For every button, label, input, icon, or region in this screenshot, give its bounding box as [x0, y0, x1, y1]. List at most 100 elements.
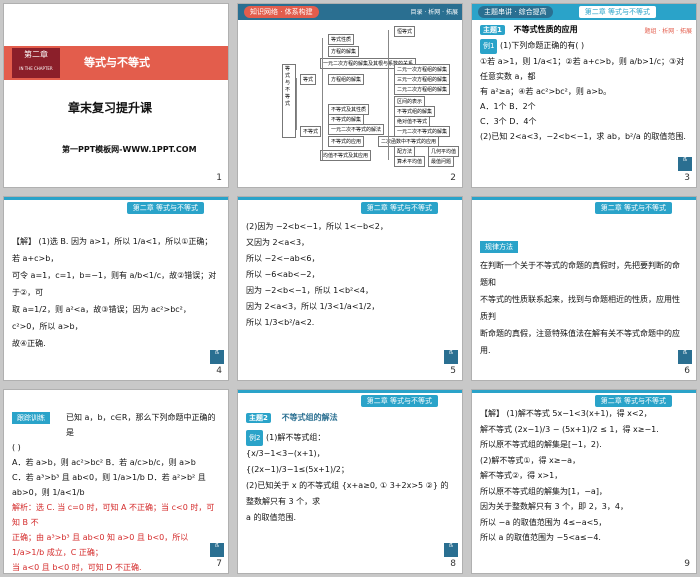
slide-thumbnail-5[interactable]: 第二章 等式与不等式 (2)因为 −2<b<−1，所以 1<−b<2， 又因为 … — [237, 196, 463, 381]
slide-title: 等式与不等式 — [84, 56, 150, 69]
return-icon[interactable]: ẞ — [678, 157, 692, 171]
method-tag: 规律方法 — [480, 241, 518, 253]
mindmap-connector — [322, 38, 323, 160]
slide-body: 例2 (1)解不等式组： {x/3−1<3−(x+1)， {(2x−1)/3−1… — [246, 430, 452, 526]
text-line: 解不等式②，得 x>1， — [480, 471, 563, 480]
text-line: {(2x−1)/3−1≤(5x+1)/2； — [246, 465, 349, 474]
text-line: 因为 −2<b<−1，所以 1<b²<4， — [246, 286, 374, 295]
chapter-badge: 第二章 IN THE CHAPTER — [12, 48, 60, 78]
mindmap-node: 方程组的解集 — [328, 74, 365, 85]
text-line: 断命题的真假，注意特殊值法在解有关不等式命题中的应用. — [480, 329, 680, 355]
slide-body: 例1 (1)下列命题正确的有( ) ①若 a>1，则 1/a<1；②若 a+c>… — [480, 38, 686, 144]
text-line: 【解】 (1)选 B. 因为 a>1，所以 1/a<1，所以①正确；若 a+c>… — [12, 237, 213, 263]
text-line: 已知 a，b，c∈R，那么下列命题中正确的是 — [66, 413, 216, 437]
slide-number: 6 — [684, 366, 690, 376]
slide-thumbnail-2[interactable]: 知识网络 · 体系构建 目录 · 析网 · 拓展 等式与不等式 等式 不等式 等… — [237, 3, 463, 188]
text-line: 所以原不等式组的解集是[−1，2). — [480, 440, 602, 449]
header-pill: 主题串讲 · 综合提高 — [478, 6, 553, 18]
mindmap-node-eq: 等式 — [300, 74, 317, 85]
site-url: 第一PPT模板网-WWW.1PPT.COM — [62, 145, 197, 154]
text-line: 取 a=1/2，则 a²<a，故③错误；因为 ac²>bc²，c²>0，所以 a… — [12, 305, 191, 331]
mindmap-root: 等式与不等式 — [282, 64, 296, 138]
mindmap-connector — [388, 30, 389, 160]
text-line: (2)解不等式①，得 x≥−a， — [480, 455, 581, 465]
slide-thumbnail-4[interactable]: 第二章 等式与不等式 【解】 (1)选 B. 因为 a>1，所以 1/a<1，所… — [3, 196, 229, 381]
slide-number: 8 — [450, 559, 456, 569]
slide-header: 第二章 等式与不等式 — [238, 390, 462, 409]
text-line: 解析：选 C. 当 c=0 时，可知 A 不正确；当 c<0 时，可知 B 不 — [12, 503, 215, 527]
header-nav: 目录 · 析网 · 拓展 — [410, 9, 458, 16]
mindmap-leaf: 恒等式 — [394, 26, 416, 37]
slide-thumbnail-1[interactable]: 第二章 IN THE CHAPTER 等式与不等式 章末复习提升课 第一PPT模… — [3, 3, 229, 188]
return-icon[interactable]: ẞ — [444, 543, 458, 557]
slide-thumbnail-9[interactable]: 第二章 等式与不等式 【解】 (1)解不等式 5x−1<3(x+1)，得 x<2… — [471, 389, 697, 574]
slide-header: 主题串讲 · 综合提高 第二章 等式与不等式 题组 · 析网 · 拓展 — [472, 4, 696, 35]
text-line: (1)解不等式组： — [266, 433, 326, 442]
topic-heading: 主题2 不等式组的解法 — [246, 412, 338, 423]
topic-badge: 主题2 — [246, 413, 271, 423]
mindmap-leaf: 最值问题 — [428, 156, 455, 167]
mindmap-leaf: 二元二次方程组的解集 — [394, 84, 451, 95]
text-line: 因为关于整数解只有 3 个，即 2，3，4， — [480, 502, 628, 511]
text-line: C．3个 D．4个 — [480, 117, 537, 126]
topic-title: 不等式组的解法 — [281, 413, 338, 422]
mindmap-node: 一元二次不等式的解法 — [328, 124, 385, 135]
text-line: 所以 a 的取值范围为 −5<a≤−4. — [480, 533, 601, 542]
text-line: 所以 −6<ab<−2， — [246, 270, 320, 279]
slide-thumbnail-6[interactable]: 第二章 等式与不等式 规律方法 在判断一个关于不等式的命题的真假时，先把要判断的… — [471, 196, 697, 381]
slide-body: 【解】 (1)解不等式 5x−1<3(x+1)，得 x<2， 解不等式 (2x−… — [480, 406, 686, 546]
return-icon[interactable]: ẞ — [210, 350, 224, 364]
slide-subtitle: 章末复习提升课 — [68, 101, 153, 115]
text-line: A．1个 B．2个 — [480, 102, 536, 111]
slide-header: 第二章 等式与不等式 — [238, 197, 462, 216]
text-line: 又因为 2<a<3， — [246, 238, 310, 247]
slide-number: 3 — [684, 173, 690, 183]
text-line: 不等式的性质联系起来，找到与命题相近的性质，应用性质判 — [480, 295, 680, 321]
text-line: ①若 a>1，则 1/a<1；②若 a+c>b，则 a/b>1/c；③对任意实数… — [480, 57, 685, 81]
slide-number: 5 — [450, 366, 456, 376]
text-line: a 的取值范围. — [246, 513, 296, 522]
slide-body: 【解】 (1)选 B. 因为 a>1，所以 1/a<1，所以①正确；若 a+c>… — [12, 233, 218, 352]
slide-thumbnail-7[interactable]: 跟踪训练 已知 a，b，c∈R，那么下列命题中正确的是 ( ) A．若 a>b，… — [3, 389, 229, 574]
slide-thumbnail-3[interactable]: 主题串讲 · 综合提高 第二章 等式与不等式 题组 · 析网 · 拓展 主题1 … — [471, 3, 697, 188]
return-icon[interactable]: ẞ — [210, 543, 224, 557]
text-line: 所以 −a 的取值范围为 4≤−a<5， — [480, 517, 607, 527]
mindmap-leaf: 算术平均值 — [394, 156, 426, 167]
slide-body: 在判断一个关于不等式的命题的真假时，先把要判断的命题和 不等式的性质联系起来，找… — [480, 257, 686, 359]
chapter-chip: 第二章 等式与不等式 — [126, 202, 204, 214]
text-line: 解不等式 (2x−1)/3 − (5x+1)/2 ≤ 1，得 x≥−1. — [480, 424, 659, 434]
text-line: C．若 a³>b³ 且 ab<0，则 1/a>1/b D．若 a²>b² 且 a… — [12, 473, 206, 497]
text-line: 正确；由 a³>b³ 且 ab<0 知 a>0 且 b<0，所以 1/a>1/b… — [12, 533, 189, 557]
text-line: 有 a²≥a；④若 ac²>bc²，则 a>b。 — [480, 87, 612, 96]
text-line: 所以 −2<−ab<6， — [246, 254, 320, 263]
mindmap-node: 方程的解集 — [328, 46, 360, 57]
slide-number: 4 — [216, 366, 222, 376]
text-line: (1)下列命题正确的有( ) — [500, 41, 585, 50]
chapter-chip: 第二章 等式与不等式 — [360, 202, 438, 214]
slide-thumbnail-8[interactable]: 第二章 等式与不等式 主题2 不等式组的解法 例2 (1)解不等式组： {x/3… — [237, 389, 463, 574]
return-icon[interactable]: ẞ — [678, 350, 692, 364]
text-line: (2)已知 2<a<3，−2<b<−1，求 ab，b²/a 的取值范围. — [480, 132, 686, 141]
slide-header: 第二章 等式与不等式 — [472, 197, 696, 216]
slide-body: 已知 a，b，c∈R，那么下列命题中正确的是 ( ) A．若 a>b，则 ac²… — [12, 410, 218, 573]
mindmap-connector — [296, 78, 297, 130]
text-line: 可令 a=1，c=1，b=−1，则有 a/b<1/c，故②错误；对于②，可 — [12, 271, 217, 297]
chapter-label: 第二章 — [24, 50, 48, 59]
text-line: {x/3−1<3−(x+1)， — [246, 449, 325, 458]
text-line: (2)已知关于 x 的不等式组 {x+a≥0, ① 3+2x>5 ②} 的整数解… — [246, 481, 449, 506]
example-badge: 例2 — [246, 430, 264, 446]
text-line: 所以 1/3<b²/a<2. — [246, 318, 315, 327]
slide-body: (2)因为 −2<b<−1，所以 1<−b<2， 又因为 2<a<3， 所以 −… — [246, 219, 452, 331]
header-pill: 知识网络 · 体系构建 — [244, 6, 319, 18]
topic-title: 不等式性质的应用 — [513, 25, 578, 34]
text-line: 当 a<0 且 b<0 时，可知 D 不正确. — [12, 563, 142, 572]
example-badge: 例1 — [480, 39, 498, 54]
slide-header: 知识网络 · 体系构建 目录 · 析网 · 拓展 — [238, 4, 462, 20]
mindmap-node: 不等式的应用 — [328, 136, 365, 147]
text-line: ( ) — [12, 443, 21, 452]
text-line: 因为 2<a<3，所以 1/3<1/a<1/2， — [246, 302, 380, 311]
topic-badge: 主题1 — [480, 25, 505, 35]
chapter-chip: 第二章 等式与不等式 — [360, 395, 438, 407]
text-line: A．若 a>b，则 ac²>bc² B．若 a/c>b/c，则 a>b — [12, 458, 196, 467]
return-icon[interactable]: ẞ — [444, 350, 458, 364]
